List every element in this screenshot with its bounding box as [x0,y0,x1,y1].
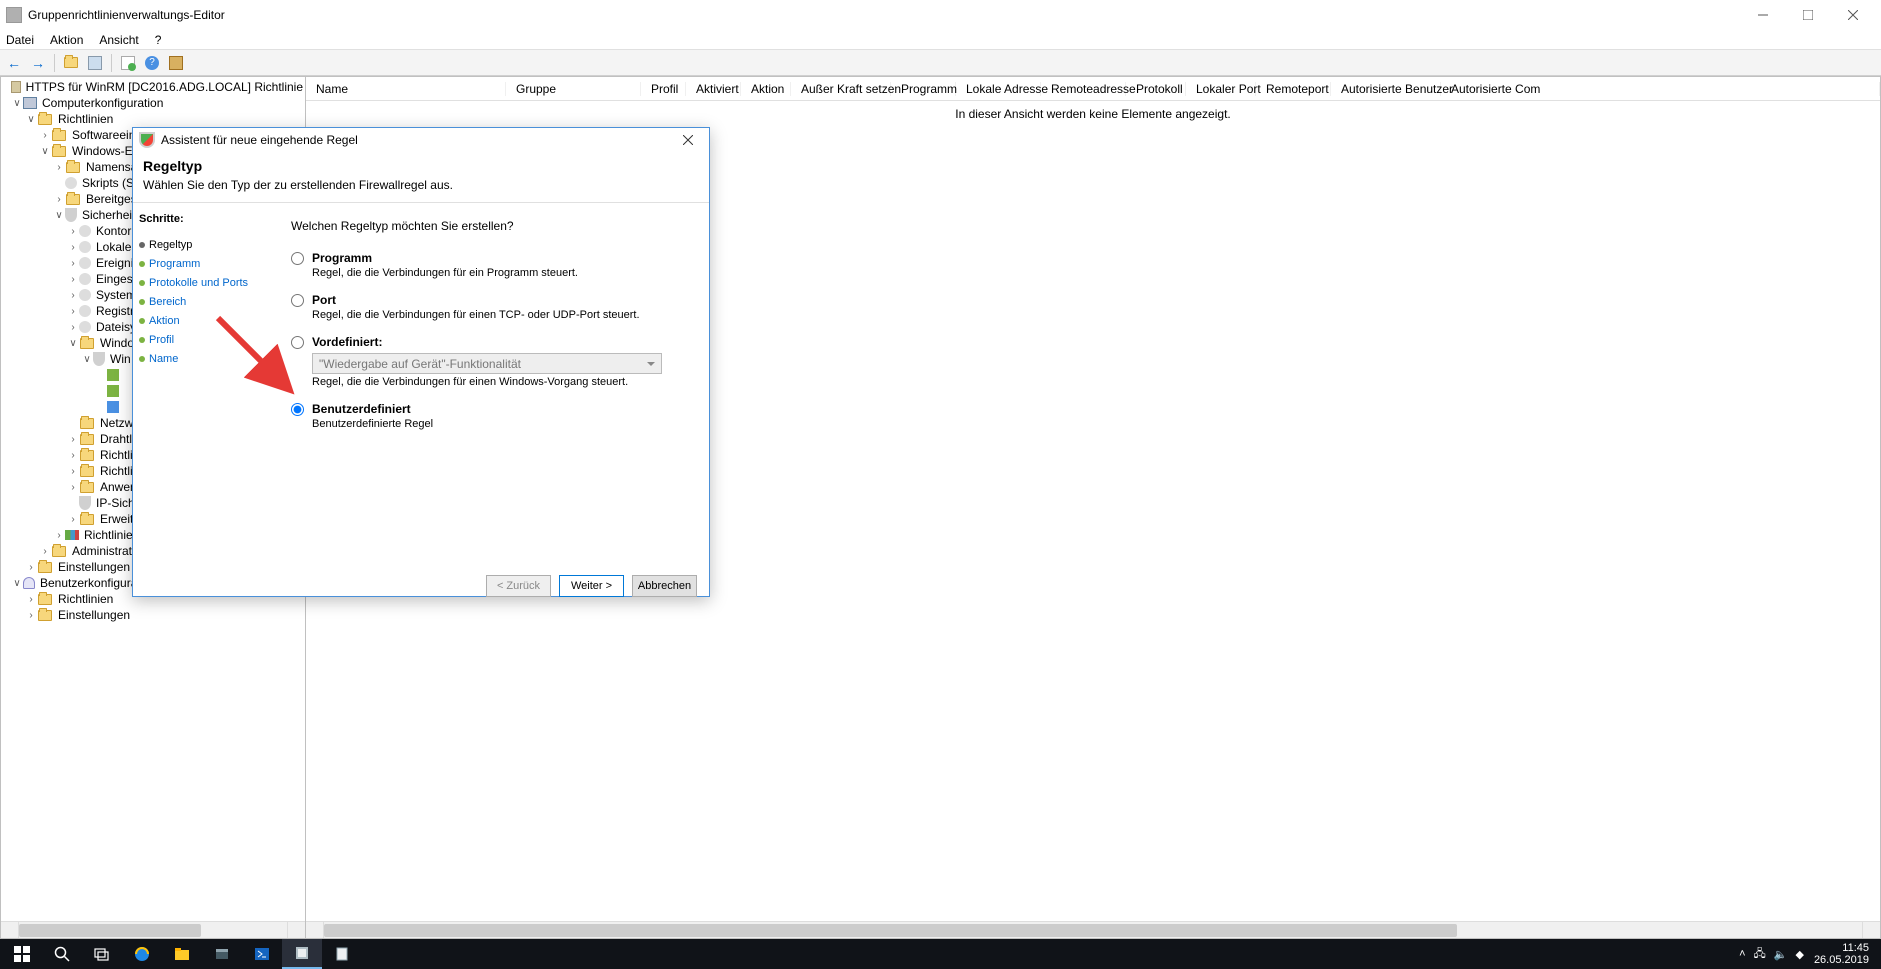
taskbar-gpedit[interactable] [282,939,322,969]
col-name[interactable]: Name [306,82,506,96]
window-titlebar: Gruppenrichtlinienverwaltungs-Editor [0,0,1881,30]
col-aktion[interactable]: Aktion [741,82,791,96]
radio-program[interactable] [291,252,304,265]
option-predefined: Vordefiniert: "Wiedergabe auf Gerät"-Fun… [291,335,685,388]
taskbar-explorer[interactable] [162,939,202,969]
dialog-question: Welchen Regeltyp möchten Sie erstellen? [291,219,685,233]
col-lokaler-port[interactable]: Lokaler Port [1186,82,1256,96]
empty-list-message: In dieser Ansicht werden keine Elemente … [306,107,1880,121]
step-name[interactable]: Name [139,349,261,368]
minimize-button[interactable] [1740,0,1785,30]
tray-volume-icon[interactable]: 🔈 [1774,948,1788,961]
step-protokolle[interactable]: Protokolle und Ports [139,273,261,292]
tree-computerconfig[interactable]: ∨Computerkonfiguration [1,95,305,111]
dialog-subheading: Wählen Sie den Typ der zu erstellenden F… [143,178,699,192]
search-button[interactable] [42,939,82,969]
dialog-close-button[interactable] [673,129,703,151]
column-headers[interactable]: Name Gruppe Profil Aktiviert Aktion Auße… [306,77,1880,101]
radio-custom[interactable] [291,403,304,416]
nav-forward-button[interactable] [28,53,48,73]
app-icon [6,7,22,23]
option-custom: Benutzerdefiniert Benutzerdefinierte Reg… [291,402,685,430]
close-button[interactable] [1830,0,1875,30]
window-title: Gruppenrichtlinienverwaltungs-Editor [28,8,225,22]
col-profil[interactable]: Profil [641,82,686,96]
col-protokoll[interactable]: Protokoll [1126,82,1186,96]
col-aktiviert[interactable]: Aktiviert [686,82,741,96]
taskview-button[interactable] [82,939,122,969]
menu-help[interactable]: ? [155,33,162,47]
steps-label: Schritte: [139,213,261,225]
taskbar: ˄ 🖧 🔈 ◆ 11:45 26.05.2019 [0,939,1881,969]
dialog-title: Assistent für neue eingehende Regel [161,133,358,147]
cancel-button[interactable]: Abbrechen [632,575,697,597]
toolbar-properties-icon[interactable] [85,53,105,73]
toolbar-help-icon[interactable]: ? [142,53,162,73]
col-gruppe[interactable]: Gruppe [506,82,641,96]
tree-hscrollbar[interactable] [1,921,305,938]
predefined-combo: "Wiedergabe auf Gerät"-Funktionalität [312,353,662,374]
tray-shield-icon[interactable]: ◆ [1795,948,1803,961]
col-auth-com[interactable]: Autorisierte Com [1441,82,1880,96]
menu-action[interactable]: Aktion [50,33,83,47]
list-hscrollbar[interactable] [306,921,1880,938]
taskbar-clock[interactable]: 11:45 26.05.2019 [1814,942,1869,966]
next-button[interactable]: Weiter > [559,575,624,597]
maximize-button[interactable] [1785,0,1830,30]
option-program: Programm Regel, die die Verbindungen für… [291,251,685,279]
system-tray: ˄ 🖧 🔈 ◆ 11:45 26.05.2019 [1739,942,1879,966]
taskbar-notepad[interactable] [322,939,362,969]
tree-root[interactable]: HTTPS für WinRM [DC2016.ADG.LOCAL] Richt… [1,79,305,95]
menu-file[interactable]: Datei [6,33,34,47]
tray-network-icon[interactable]: 🖧 [1754,945,1766,964]
radio-predefined[interactable] [291,336,304,349]
dialog-heading: Regeltyp [143,158,699,174]
menu-bar: Datei Aktion Ansicht ? [0,30,1881,50]
toolbar-export-icon[interactable] [118,53,138,73]
nav-back-button[interactable] [4,53,24,73]
step-bereich[interactable]: Bereich [139,292,261,311]
tree-user-settings[interactable]: ›Einstellungen [1,607,305,623]
firewall-icon [139,132,155,148]
col-programm[interactable]: Programm [891,82,956,96]
col-lokale-adr[interactable]: Lokale Adresse [956,82,1041,96]
dialog-titlebar[interactable]: Assistent für neue eingehende Regel [133,128,709,152]
taskbar-powershell[interactable] [242,939,282,969]
option-port: Port Regel, die die Verbindungen für ein… [291,293,685,321]
step-aktion[interactable]: Aktion [139,311,261,330]
col-remote-adr[interactable]: Remoteadresse [1041,82,1126,96]
tree-policies[interactable]: ∨Richtlinien [1,111,305,127]
step-programm[interactable]: Programm [139,254,261,273]
col-auth-benutzer[interactable]: Autorisierte Benutzer [1331,82,1441,96]
new-rule-wizard-dialog: Assistent für neue eingehende Regel Rege… [132,127,710,597]
start-button[interactable] [2,939,42,969]
menu-view[interactable]: Ansicht [99,33,138,47]
tray-chevron-up-icon[interactable]: ˄ [1739,948,1745,960]
back-button: < Zurück [486,575,551,597]
step-regeltyp[interactable]: Regeltyp [139,235,261,254]
taskbar-server-manager[interactable] [202,939,242,969]
toolbar-folder-icon[interactable] [61,53,81,73]
col-ausser[interactable]: Außer Kraft setzen [791,82,891,96]
toolbar-extra-icon[interactable] [166,53,186,73]
toolbar: ? [0,50,1881,76]
step-profil[interactable]: Profil [139,330,261,349]
taskbar-ie[interactable] [122,939,162,969]
col-remoteport[interactable]: Remoteport [1256,82,1331,96]
wizard-steps: Schritte: Regeltyp Programm Protokolle u… [133,203,267,563]
radio-port[interactable] [291,294,304,307]
